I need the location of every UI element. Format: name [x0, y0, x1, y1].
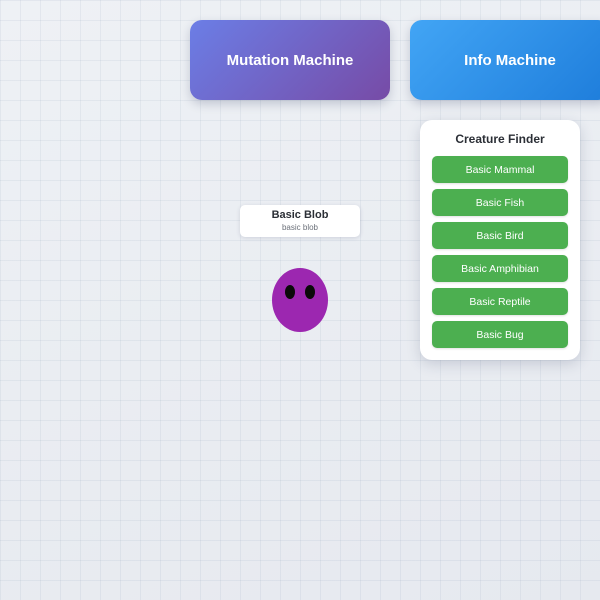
find-basic-bird-button[interactable]: Basic Bird — [432, 222, 568, 249]
find-basic-bug-button[interactable]: Basic Bug — [432, 321, 568, 348]
info-machine-label: Info Machine — [464, 51, 556, 69]
blob-creature[interactable] — [272, 268, 328, 332]
right-eye — [305, 285, 315, 299]
creature-finder-list: Basic Mammal Basic Fish Basic Bird Basic… — [432, 156, 568, 348]
creature-finder-panel: Creature Finder Basic Mammal Basic Fish … — [420, 120, 580, 360]
mutation-machine-button[interactable]: Mutation Machine — [190, 20, 390, 100]
creature-label-card: Basic Blob basic blob — [240, 205, 360, 237]
find-basic-fish-button[interactable]: Basic Fish — [432, 189, 568, 216]
find-basic-reptile-button[interactable]: Basic Reptile — [432, 288, 568, 315]
creature-name: Basic Blob — [271, 209, 329, 221]
find-basic-mammal-button[interactable]: Basic Mammal — [432, 156, 568, 183]
mutation-machine-label: Mutation Machine — [226, 51, 354, 69]
creature-finder-title: Creature Finder — [455, 132, 545, 146]
info-machine-button[interactable]: Info Machine — [410, 20, 600, 100]
left-eye — [285, 285, 295, 299]
find-basic-amphibian-button[interactable]: Basic Amphibian — [432, 255, 568, 282]
creature-subtitle: basic blob — [281, 223, 319, 232]
